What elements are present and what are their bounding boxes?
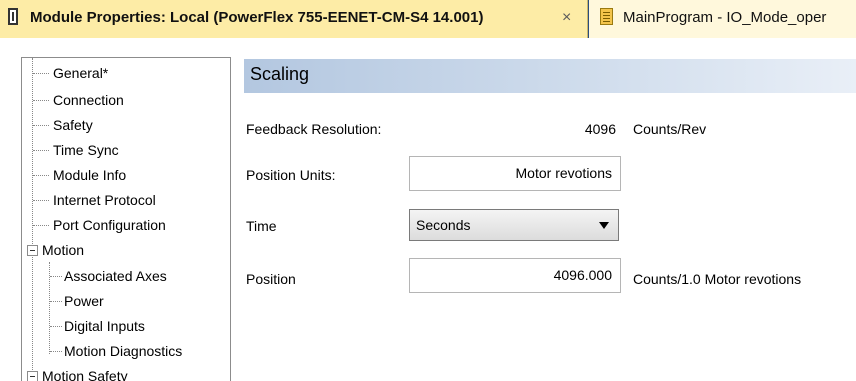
tree-item-motion-diagnostics[interactable]: Motion Diagnostics [64, 341, 182, 361]
feedback-resolution-unit: Counts/Rev [633, 121, 707, 137]
position-units-label: Position Units: [246, 167, 336, 183]
collapse-icon[interactable] [27, 245, 38, 256]
category-tree[interactable]: General* Connection Safety Time Sync Mod… [21, 57, 231, 381]
tree-item-internet-protocol[interactable]: Internet Protocol [53, 190, 156, 210]
tab-title: Module Properties: Local (PowerFlex 755-… [30, 9, 484, 26]
collapse-icon[interactable] [27, 371, 38, 381]
position-field[interactable]: 4096.000 [409, 258, 621, 293]
tree-item-motion[interactable]: Motion [42, 240, 84, 260]
position-unit: Counts/1.0 Motor revotions [633, 271, 802, 287]
dropdown-arrow-icon [599, 222, 609, 229]
section-header: Scaling [244, 59, 856, 93]
tree-item-module-info[interactable]: Module Info [53, 165, 126, 185]
tree-item-motion-safety[interactable]: Motion Safety [42, 366, 128, 381]
time-select[interactable]: Seconds [409, 209, 619, 241]
program-icon [600, 8, 613, 25]
tree-item-digital-inputs[interactable]: Digital Inputs [64, 316, 145, 336]
document-tab-bar: Module Properties: Local (PowerFlex 755-… [0, 0, 856, 38]
position-label: Position [246, 271, 296, 287]
tree-item-connection[interactable]: Connection [53, 90, 124, 110]
tree-line [32, 58, 33, 381]
feedback-resolution-value: 4096 [584, 121, 616, 137]
tab-main-program[interactable]: MainProgram - IO_Mode_oper [589, 0, 856, 38]
tree-item-time-sync[interactable]: Time Sync [53, 140, 119, 160]
tree-item-general[interactable]: General* [53, 63, 108, 83]
close-icon[interactable]: × [562, 9, 571, 27]
tab-module-properties[interactable]: Module Properties: Local (PowerFlex 755-… [0, 0, 588, 38]
tab-title: MainProgram - IO_Mode_oper [623, 9, 827, 26]
time-select-value: Seconds [416, 217, 471, 233]
section-title: Scaling [250, 64, 310, 84]
feedback-resolution-label: Feedback Resolution: [246, 121, 382, 137]
tree-item-safety[interactable]: Safety [53, 115, 93, 135]
tree-item-power[interactable]: Power [64, 291, 104, 311]
tree-item-associated-axes[interactable]: Associated Axes [64, 266, 167, 286]
document-icon [8, 8, 18, 25]
time-label: Time [246, 218, 277, 234]
position-units-field[interactable]: Motor revotions [409, 156, 621, 191]
tree-item-port-configuration[interactable]: Port Configuration [53, 215, 166, 235]
